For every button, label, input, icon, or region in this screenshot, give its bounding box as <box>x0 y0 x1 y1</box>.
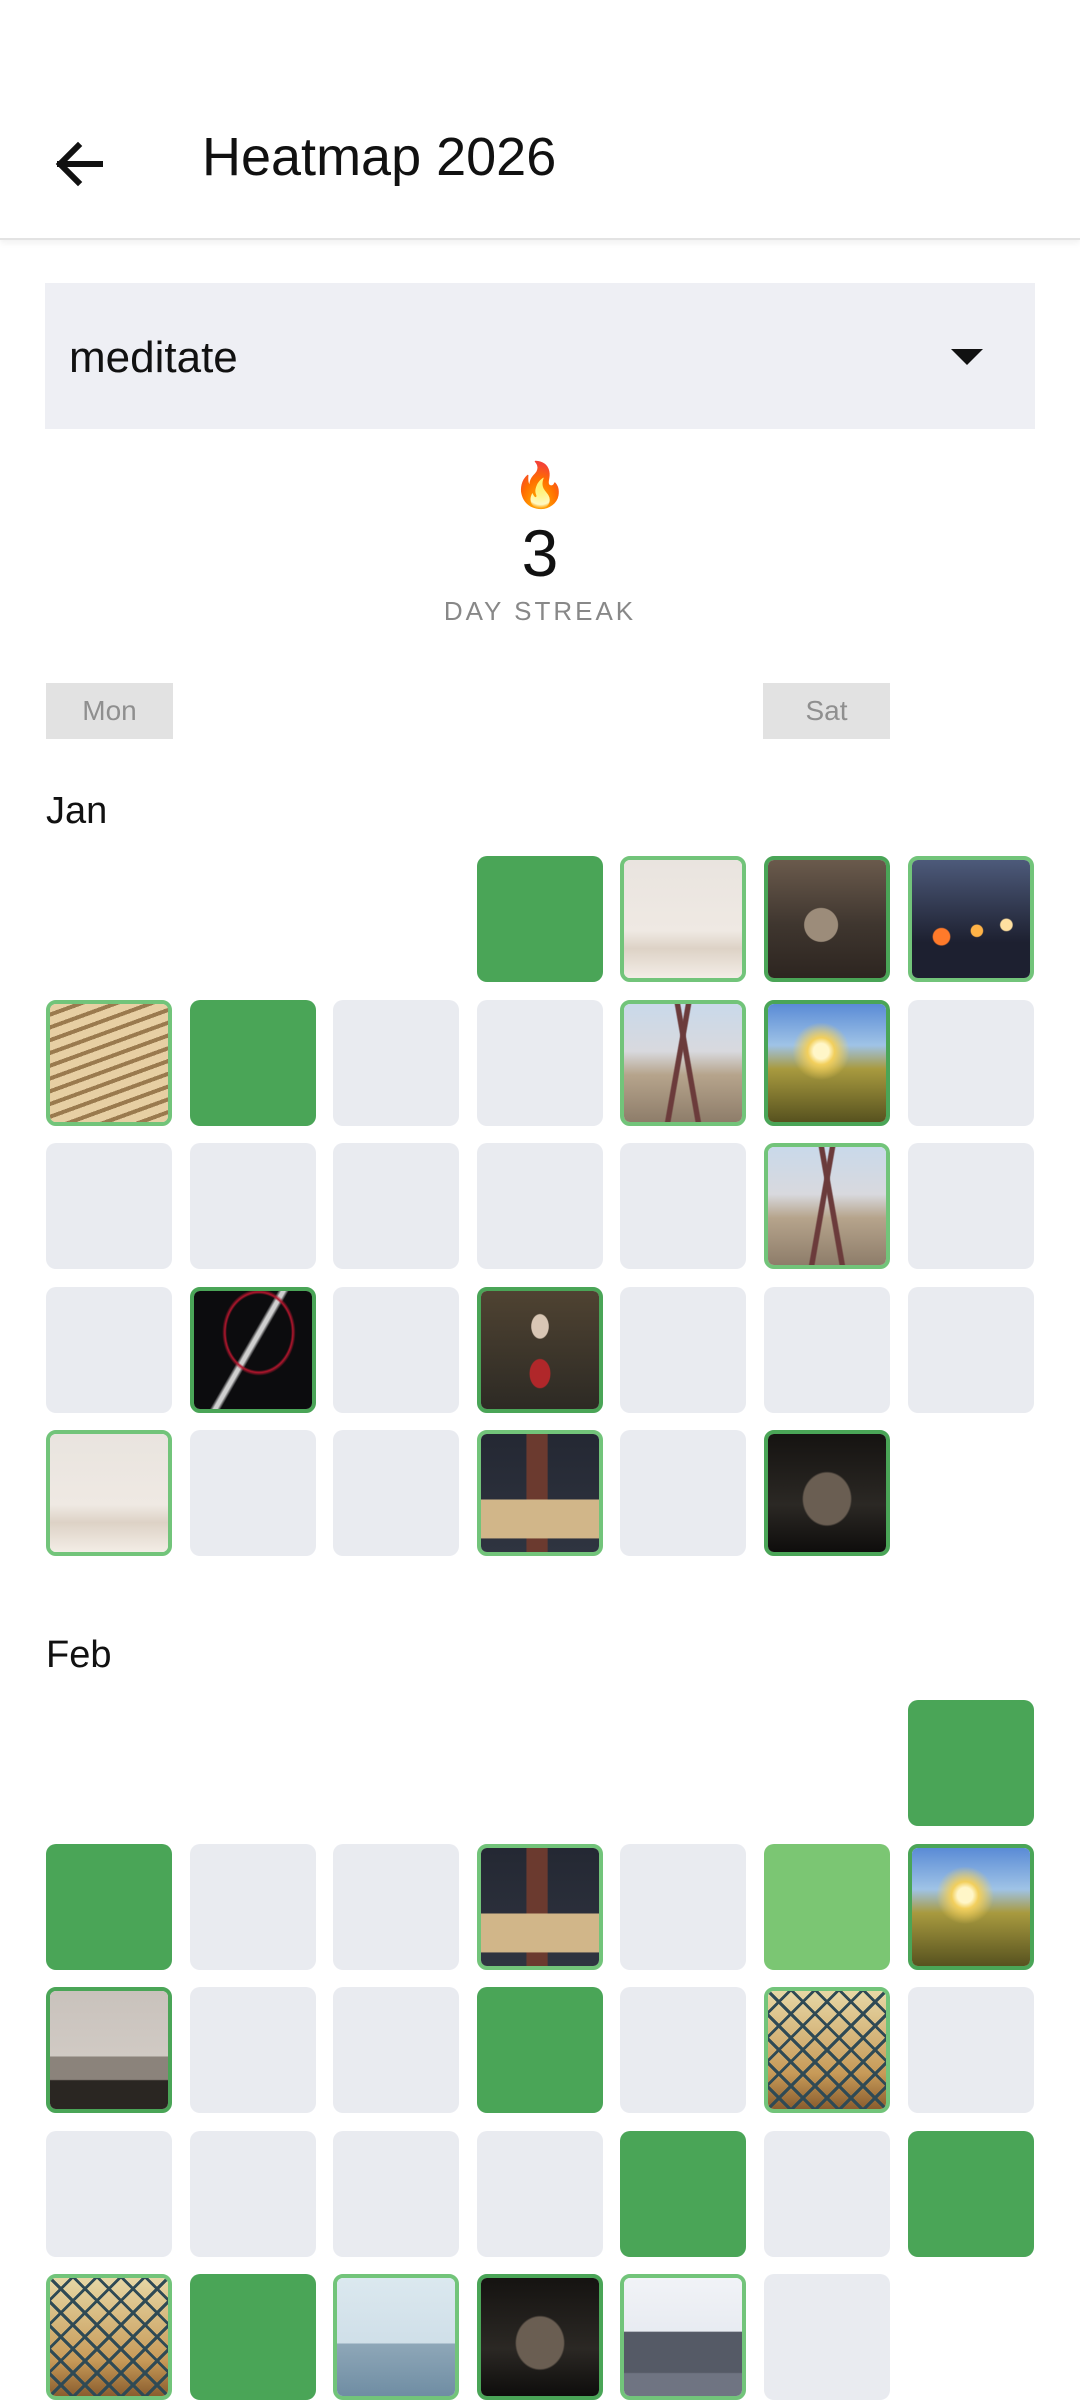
day-cell-empty[interactable] <box>333 1987 460 2114</box>
vintage-car-photo <box>480 2278 599 2397</box>
day-cell-photo[interactable] <box>333 2274 460 2400</box>
day-cell-photo[interactable] <box>46 1987 172 2114</box>
desk-top-view-photo <box>480 1434 599 1553</box>
day-cell-done[interactable] <box>907 1700 1034 1826</box>
day-cell-done[interactable] <box>907 2130 1034 2257</box>
city-skyline-photo <box>624 2278 743 2397</box>
day-cell-photo[interactable] <box>764 1987 890 2114</box>
day-cell-empty[interactable] <box>333 1143 460 1270</box>
day-cell-photo[interactable] <box>476 2274 603 2400</box>
day-cell-photo[interactable] <box>46 999 172 1126</box>
red-abstract-photo <box>193 1290 312 1409</box>
day-cell-empty[interactable] <box>333 999 460 1126</box>
vintage-car-photo <box>768 1434 886 1553</box>
day-cell-photo[interactable] <box>476 1430 603 1557</box>
day-cell-empty[interactable] <box>907 1987 1034 2114</box>
glass-dome-photo <box>50 2278 168 2397</box>
glass-dome-photo <box>768 1991 886 2110</box>
day-cell-empty[interactable] <box>764 2274 890 2400</box>
day-cell-photo[interactable] <box>907 856 1034 982</box>
day-cell-empty[interactable] <box>476 999 603 1126</box>
day-cell-done[interactable] <box>189 999 316 1126</box>
day-cell-empty[interactable] <box>907 1286 1034 1413</box>
day-cell-empty[interactable] <box>46 1286 172 1413</box>
palm-trees-photo <box>50 1434 168 1553</box>
day-cell-photo[interactable] <box>764 999 890 1126</box>
day-cell-empty[interactable] <box>333 1430 460 1557</box>
day-cell-done[interactable] <box>189 2274 316 2400</box>
person-by-sea-photo <box>50 1991 168 2110</box>
day-cell-photo[interactable] <box>620 2274 747 2400</box>
day-cell-done[interactable] <box>620 2130 747 2257</box>
railway-coast-photo <box>768 1147 886 1266</box>
day-cell-photo[interactable] <box>764 1143 890 1270</box>
day-cell-photo[interactable] <box>46 1430 172 1557</box>
day-cell-photo[interactable] <box>907 1843 1034 1970</box>
day-cell-empty[interactable] <box>907 999 1034 1126</box>
day-cell-empty[interactable] <box>333 2130 460 2257</box>
day-cell-photo[interactable] <box>764 856 890 982</box>
desk-top-view-photo <box>480 1847 599 1966</box>
day-cell-empty[interactable] <box>476 2130 603 2257</box>
day-cell-light[interactable] <box>764 1843 890 1970</box>
day-cell-empty[interactable] <box>620 1987 747 2114</box>
sunset-field-photo <box>911 1847 1030 1966</box>
day-cell-empty[interactable] <box>189 1987 316 2114</box>
day-cell-empty[interactable] <box>333 1286 460 1413</box>
hill-view-photo <box>337 2278 456 2397</box>
day-cell-empty[interactable] <box>189 1843 316 1970</box>
day-cell-empty[interactable] <box>620 1430 747 1557</box>
day-cell-empty[interactable] <box>333 1843 460 1970</box>
day-cell-empty[interactable] <box>764 2130 890 2257</box>
palm-trees-photo <box>624 860 743 978</box>
day-cell-photo[interactable] <box>764 1430 890 1557</box>
day-cell-photo[interactable] <box>46 2274 172 2400</box>
day-cell-empty[interactable] <box>620 1286 747 1413</box>
day-cell-photo[interactable] <box>189 1286 316 1413</box>
day-cell-empty[interactable] <box>46 1143 172 1270</box>
railway-coast-photo <box>624 1003 743 1122</box>
day-cell-empty[interactable] <box>907 1143 1034 1270</box>
sunset-field-photo <box>768 1003 886 1122</box>
day-cell-done[interactable] <box>476 856 603 982</box>
day-cell-empty[interactable] <box>189 2130 316 2257</box>
day-cell-empty[interactable] <box>620 1143 747 1270</box>
day-cell-empty[interactable] <box>189 1143 316 1270</box>
guitarist-photo <box>480 1290 599 1409</box>
day-cell-empty[interactable] <box>189 1430 316 1557</box>
day-cell-empty[interactable] <box>764 1286 890 1413</box>
day-cell-photo[interactable] <box>476 1286 603 1413</box>
day-cell-photo[interactable] <box>620 999 747 1126</box>
pens-in-box-photo <box>50 1003 168 1122</box>
heatmap-grid <box>0 0 1080 2400</box>
day-cell-empty[interactable] <box>46 2130 172 2257</box>
day-cell-empty[interactable] <box>476 1143 603 1270</box>
day-cell-empty[interactable] <box>620 1843 747 1970</box>
day-cell-photo[interactable] <box>620 856 747 982</box>
wolf-photo <box>768 860 886 978</box>
day-cell-photo[interactable] <box>476 1843 603 1970</box>
day-cell-done[interactable] <box>476 1987 603 2114</box>
day-cell-done[interactable] <box>46 1843 172 1970</box>
city-lights-bokeh-photo <box>911 860 1030 978</box>
